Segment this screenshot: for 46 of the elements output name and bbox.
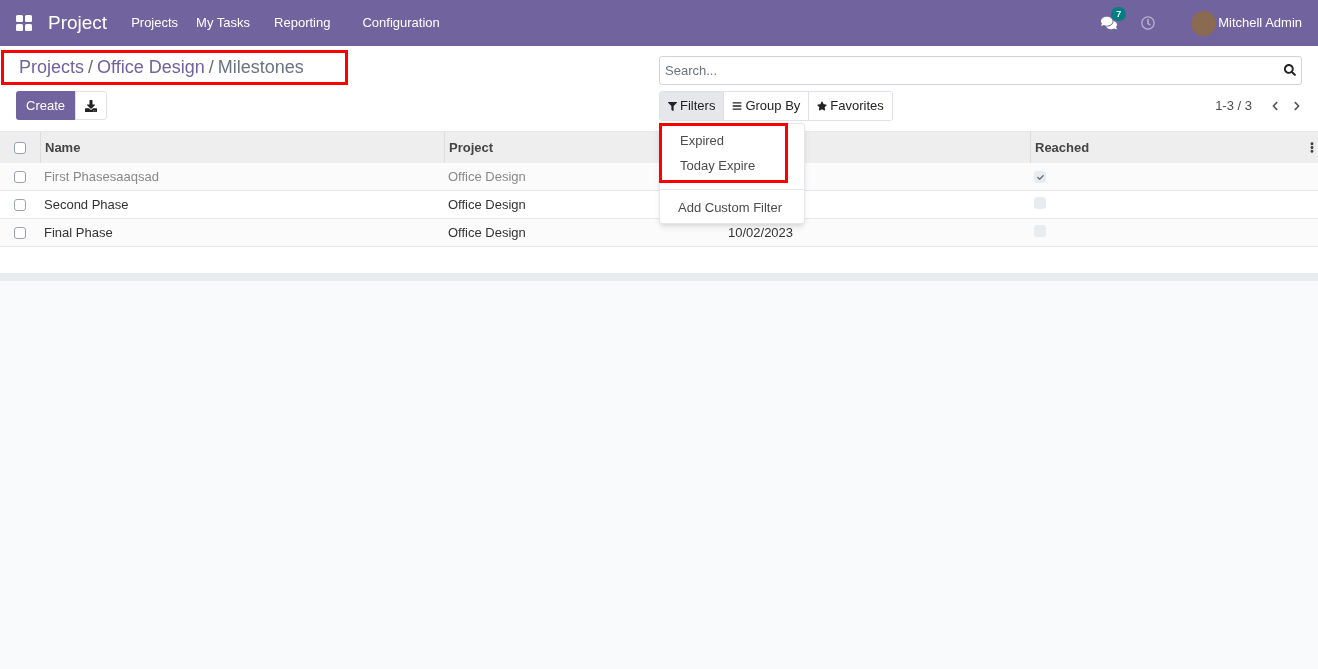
chat-icon[interactable] [1101, 15, 1118, 31]
table-cell: Second Phase [44, 196, 129, 212]
checkbox[interactable] [14, 198, 26, 211]
clock-icon[interactable] [1141, 16, 1156, 30]
table-cell: 10/02/2023 [728, 224, 794, 240]
table-row[interactable]: Final Phase Office Design 10/02/2023 [0, 219, 1318, 247]
previous-icon[interactable] [1270, 101, 1280, 111]
filter-icon [668, 101, 677, 111]
options-icon[interactable] [1310, 142, 1314, 153]
nav-menu-item[interactable]: My Tasks [196, 13, 251, 33]
search-option-tab[interactable]: Filters [660, 92, 724, 120]
search-option-tab[interactable]: Favorites [808, 92, 892, 120]
nav-menu-item[interactable]: Projects [131, 13, 179, 33]
column-header[interactable]: Reached [1035, 137, 1090, 158]
list-icon [732, 101, 743, 111]
breadcrumb-item[interactable]: Projects [19, 54, 85, 81]
breadcrumb-separator: / [88, 56, 94, 79]
table-cell: Final Phase [44, 224, 113, 240]
nav-menu-item[interactable]: Reporting [274, 13, 331, 33]
download-button[interactable] [75, 91, 108, 120]
checkbox[interactable] [14, 141, 26, 154]
add-custom-filter-item[interactable]: Add Custom Filter [660, 196, 804, 220]
table-cell: Office Design [448, 168, 526, 184]
nav-menu-item[interactable]: Configuration [362, 13, 440, 33]
table-cell: Office Design [448, 196, 526, 212]
user-name[interactable]: Mitchell Admin [1218, 13, 1302, 33]
search-field[interactable]: Search... [659, 56, 1302, 85]
star-icon [817, 101, 828, 111]
pager-value: 1-3 / 3 [1215, 97, 1252, 116]
checkbox[interactable] [14, 170, 26, 183]
download-icon [85, 99, 98, 112]
breadcrumb-item[interactable]: Office Design [97, 54, 205, 81]
app-grid-icon[interactable] [16, 15, 32, 31]
search-icon[interactable] [1284, 64, 1296, 76]
message-count: 7 [1111, 7, 1127, 21]
column-header[interactable]: Project [449, 137, 494, 158]
checkbox[interactable] [14, 226, 26, 239]
app-title[interactable]: Project [48, 8, 108, 38]
breadcrumb-separator: / [208, 56, 214, 79]
column-header[interactable]: Name [45, 137, 81, 158]
create-button[interactable]: Create [16, 91, 76, 120]
page-title: Milestones [217, 56, 304, 79]
next-icon[interactable] [1292, 101, 1302, 111]
table-cell: Office Design [448, 224, 526, 240]
filter-option[interactable]: Expired [662, 128, 785, 153]
table-cell: First Phasesaaqsad [44, 168, 159, 184]
